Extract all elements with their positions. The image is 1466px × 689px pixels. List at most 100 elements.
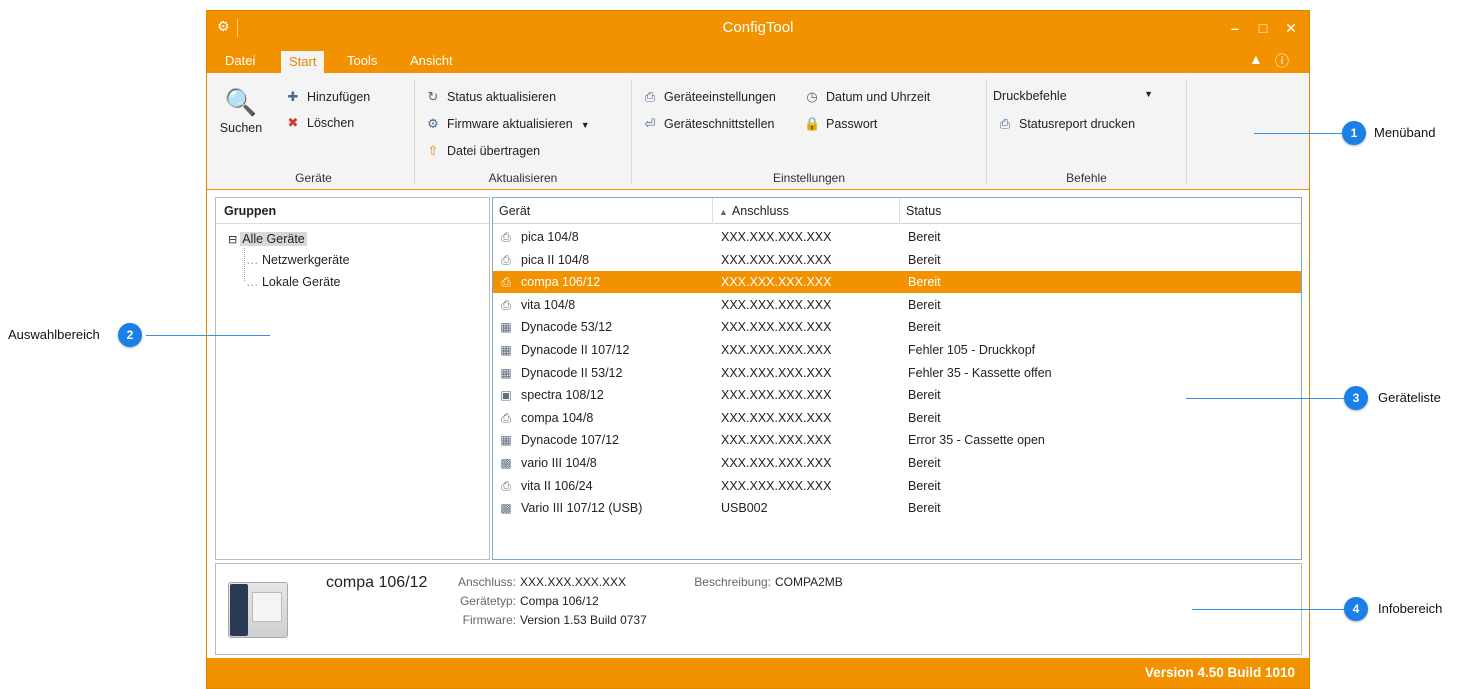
device-name-cell: spectra 108/12 <box>521 388 604 403</box>
status-cell: Bereit <box>908 478 941 493</box>
callout-badge-2: 2 <box>118 323 142 347</box>
search-label: Suchen <box>219 121 263 135</box>
status-cell: Bereit <box>908 252 941 267</box>
printer-icon: ⎙ <box>501 252 511 267</box>
window-title: ConfigTool <box>722 19 794 36</box>
printer-icon: ⎙ <box>501 478 511 493</box>
collapse-ribbon-icon[interactable]: ▲ <box>1249 51 1263 67</box>
table-row[interactable]: ▦ Dynacode 107/12 XXX.XXX.XXX.XXX Error 35 … <box>493 429 1301 451</box>
device-name-cell: vita II 106/24 <box>521 478 593 493</box>
table-row[interactable]: ⎙ compa 104/8 XXX.XXX.XXX.XXX Bereit <box>493 407 1301 429</box>
printer-icon: ▩ <box>500 501 512 516</box>
password-button[interactable]: 🔒 Passwort <box>804 116 877 132</box>
add-device-button[interactable]: ✚ Hinzufügen <box>285 89 371 105</box>
status-bar: Version 4.50 Build 1010 <box>207 658 1309 688</box>
callout-line-geraeteliste <box>1186 398 1348 399</box>
table-row[interactable]: ⎙ compa 106/12 XXX.XXX.XXX.XXX Bereit <box>493 271 1301 294</box>
port-cell: XXX.XXX.XXX.XXX <box>721 478 832 493</box>
info-device-name: compa 106/12 <box>326 574 428 591</box>
table-row[interactable]: ▦ Dynacode II 53/12 XXX.XXX.XXX.XXX Fehler … <box>493 362 1301 384</box>
table-row[interactable]: ⎙ vita II 106/24 XXX.XXX.XXX.XXX Bereit <box>493 475 1301 497</box>
refresh-status-button[interactable]: ↻ Status aktualisieren <box>425 89 557 105</box>
port-cell: XXX.XXX.XXX.XXX <box>721 388 832 403</box>
port-cell: XXX.XXX.XXX.XXX <box>721 456 832 470</box>
status-cell: Bereit <box>908 230 941 244</box>
sort-ascending-icon: ▲ <box>719 207 728 217</box>
device-settings-label: Geräteeinstellungen <box>664 90 776 104</box>
callout-line-menuband <box>1254 133 1348 134</box>
date-time-button[interactable]: ◷ Datum und Uhrzeit <box>804 89 930 105</box>
group-label-geraete: Geräte <box>295 171 332 185</box>
tree-branch: … <box>246 253 259 267</box>
help-icon[interactable]: ⓘ <box>1275 51 1289 71</box>
firmware-icon: ⚙ <box>427 116 439 131</box>
chevron-down-icon: ▼ <box>580 120 590 130</box>
maximize-icon[interactable]: □ <box>1255 20 1271 36</box>
device-name-cell: pica II 104/8 <box>521 252 590 267</box>
port-cell: XXX.XXX.XXX.XXX <box>721 275 832 290</box>
printer-icon: ⎙ <box>501 297 511 312</box>
menu-tabs: Datei Start Tools Ansicht ▲ ⓘ <box>207 48 1309 73</box>
column-header-port[interactable]: ▲ Anschluss <box>713 198 900 224</box>
tree-node-local-devices[interactable]: … Lokale Geräte <box>246 275 341 289</box>
device-name-cell: compa 104/8 <box>521 410 594 425</box>
close-icon[interactable]: ✕ <box>1283 20 1299 37</box>
date-time-label: Datum und Uhrzeit <box>826 90 931 104</box>
printer-icon: ⎙ <box>501 410 511 425</box>
table-row[interactable]: ▩ Vario III 107/12 (USB) USB002 Bereit <box>493 497 1301 519</box>
collapse-tree-icon[interactable]: ⊟ <box>228 234 237 246</box>
printer-icon: ⎙ <box>501 275 511 290</box>
table-row[interactable]: ⎙ pica II 104/8 XXX.XXX.XXX.XXX Bereit <box>493 249 1301 271</box>
table-row[interactable]: ▦ Dynacode 53/12 XXX.XXX.XXX.XXX Bereit <box>493 316 1301 338</box>
port-cell: XXX.XXX.XXX.XXX <box>721 433 832 448</box>
device-name-cell: Vario III 107/12 (USB) <box>521 501 643 516</box>
update-firmware-button[interactable]: ⚙ Firmware aktualisieren ▼ <box>425 116 590 132</box>
transfer-file-button[interactable]: ⇧ Datei übertragen <box>425 143 541 159</box>
table-row[interactable]: ⎙ vita 104/8 XXX.XXX.XXX.XXX Bereit <box>493 294 1301 316</box>
callout-badge-3: 3 <box>1344 386 1368 410</box>
device-name-cell: compa 106/12 <box>521 275 601 290</box>
column-header-status[interactable]: Status <box>900 198 1301 224</box>
tab-tools[interactable]: Tools <box>339 48 385 73</box>
printer-icon: ▩ <box>500 456 512 470</box>
callout-label-auswahlbereich: Auswahlbereich <box>8 327 100 342</box>
search-button[interactable]: 🔍 Suchen <box>219 87 263 135</box>
callout-label-infobereich: Infobereich <box>1378 601 1443 616</box>
device-settings-button[interactable]: ⎙ Geräteeinstellungen <box>642 89 776 105</box>
column-header-port-label: Anschluss <box>731 204 789 218</box>
print-commands-dropdown[interactable]: Druckbefehle ▼ <box>993 89 1153 103</box>
tree-node-network-devices[interactable]: … Netzwerkgeräte <box>246 253 350 267</box>
status-cell: Bereit <box>908 388 941 403</box>
chevron-down-icon: ▼ <box>1144 89 1153 99</box>
tab-datei[interactable]: Datei <box>217 48 263 73</box>
column-header-device[interactable]: Gerät <box>493 198 713 224</box>
ribbon-group-einstellungen: ⎙ Geräteeinstellungen ◷ Datum und Uhrzeit … <box>632 79 987 185</box>
table-row[interactable]: ▦ Dynacode II 107/12 XXX.XXX.XXX.XXX Fehler… <box>493 339 1301 361</box>
tree-node-all-devices[interactable]: ⊟ Alle Geräte <box>228 232 307 246</box>
tab-start[interactable]: Start <box>281 51 325 73</box>
status-cell: Fehler 35 - Kassette offen <box>908 365 1052 380</box>
tab-ansicht[interactable]: Ansicht <box>402 48 461 73</box>
status-cell: Bereit <box>908 410 941 425</box>
refresh-status-label: Status aktualisieren <box>447 90 557 104</box>
groups-panel: Gruppen ⊟ Alle Geräte … Netzwerkgeräte … … <box>215 197 490 560</box>
device-name-cell: vita 104/8 <box>521 297 576 312</box>
printer-icon: ▦ <box>500 320 512 335</box>
table-row[interactable]: ▩ vario III 104/8 XXX.XXX.XXX.XXX Bereit <box>493 452 1301 474</box>
info-type-value: Compa 106/12 <box>520 594 599 608</box>
delete-device-button[interactable]: ✖ Löschen <box>285 115 355 131</box>
delete-icon: ✖ <box>287 115 299 130</box>
info-description-value: COMPA2MB <box>775 575 843 589</box>
printer-info-icon: ⎙ <box>999 116 1011 131</box>
print-status-report-button[interactable]: ⎙ Statusreport drucken <box>997 116 1135 132</box>
printer-icon: ▦ <box>500 365 512 380</box>
interfaces-button[interactable]: ⏎ Geräteschnittstellen <box>642 116 775 132</box>
callout-line-auswahlbereich <box>146 335 270 336</box>
port-cell: XXX.XXX.XXX.XXX <box>721 365 832 380</box>
callout-badge-1: 1 <box>1342 121 1366 145</box>
minimize-icon[interactable]: – <box>1227 20 1243 36</box>
table-row[interactable]: ⎙ pica 104/8 XXX.XXX.XXX.XXX Bereit <box>493 226 1301 248</box>
table-row[interactable]: ▣ spectra 108/12 XXX.XXX.XXX.XXX Bereit <box>493 384 1301 406</box>
port-cell: XXX.XXX.XXX.XXX <box>721 343 832 357</box>
port-cell: XXX.XXX.XXX.XXX <box>721 252 832 267</box>
